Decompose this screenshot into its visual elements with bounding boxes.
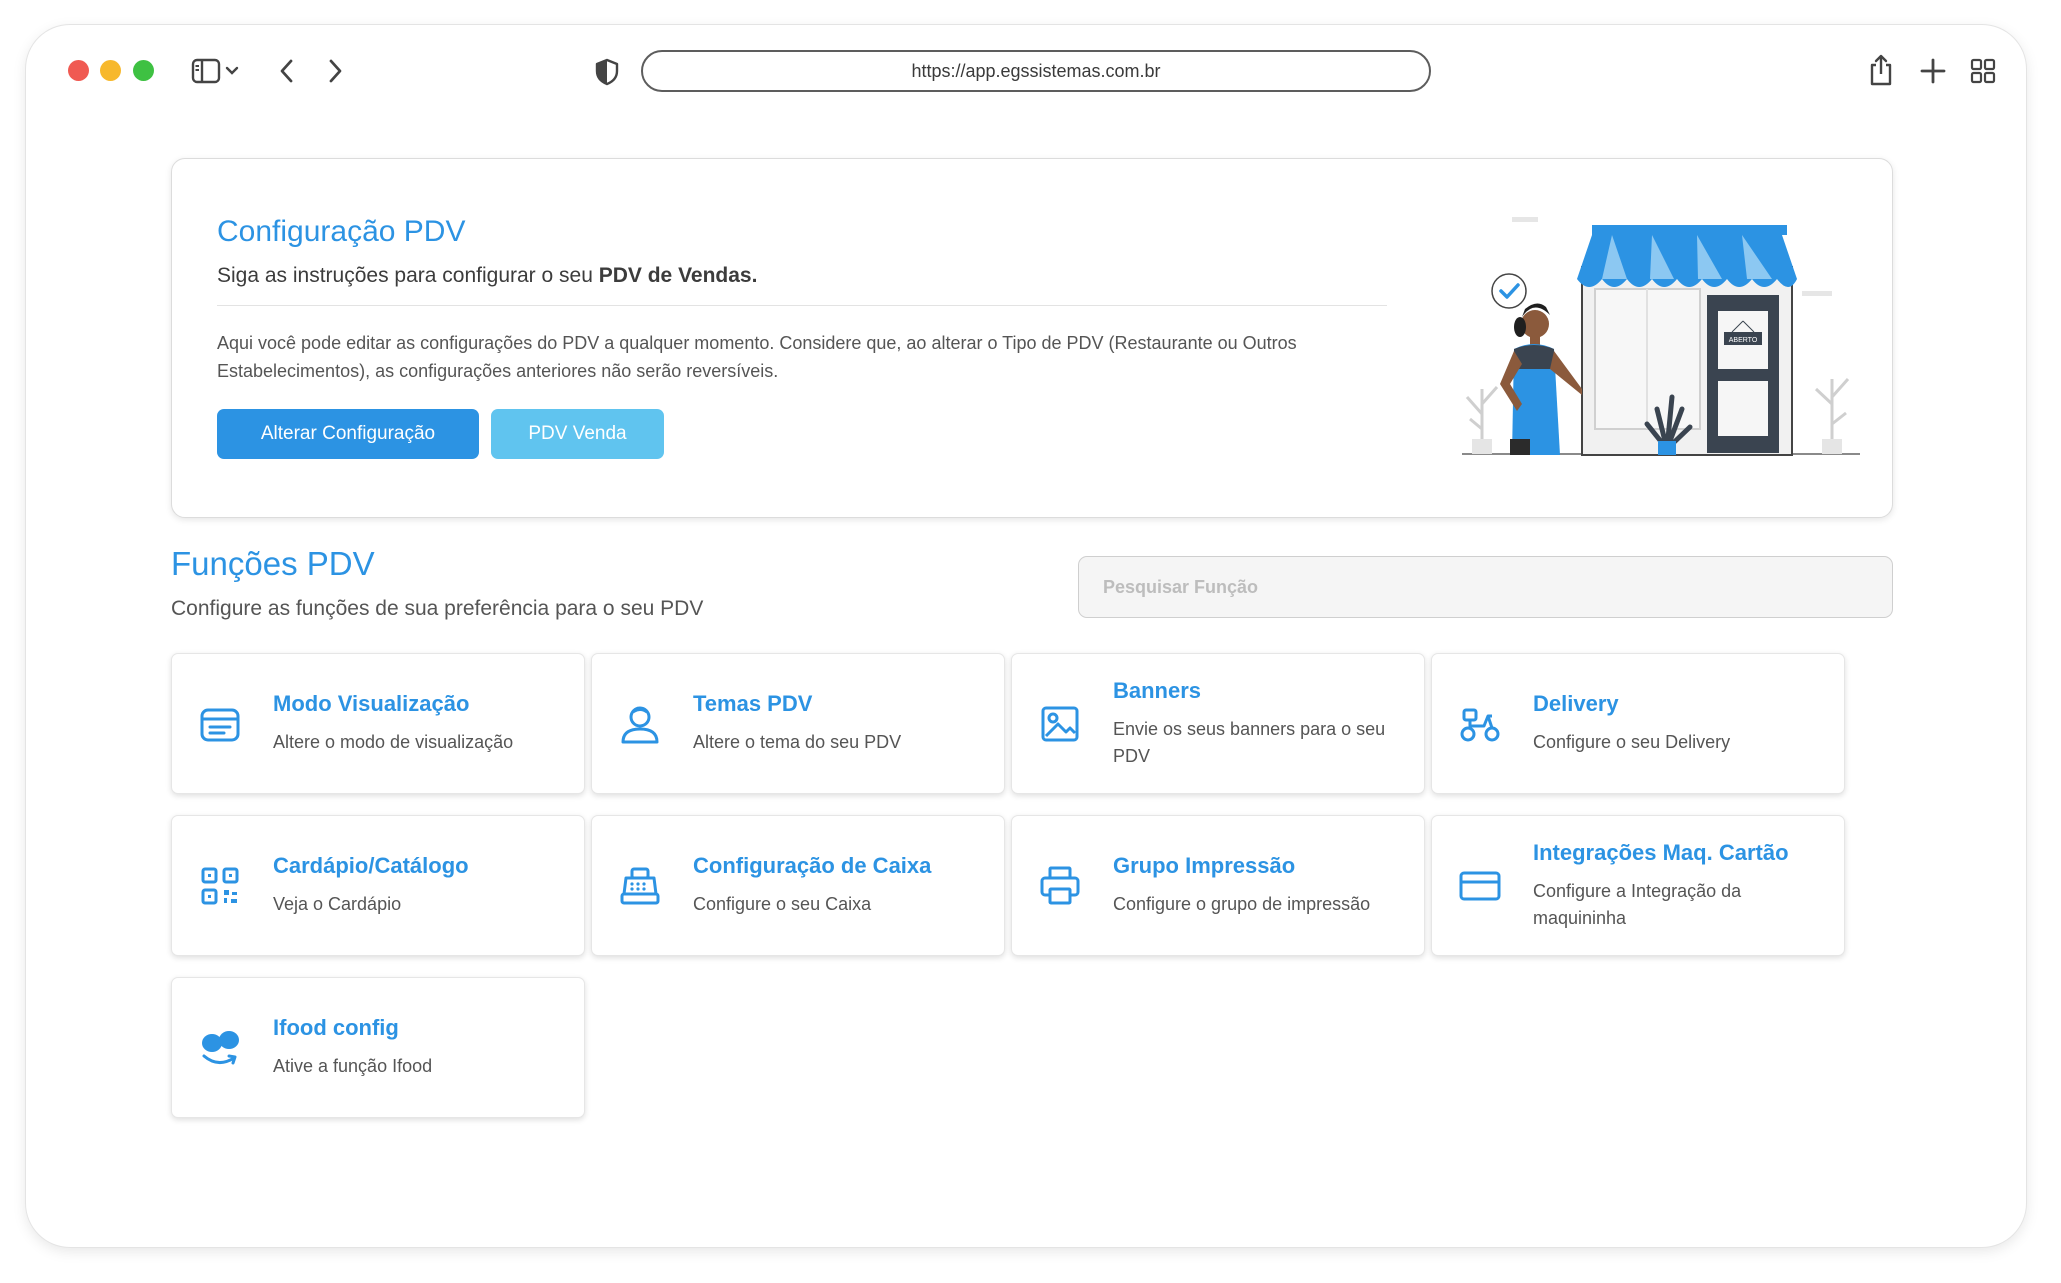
storefront-illustration: ABERTO: [1462, 217, 1860, 456]
card-title: Ifood config: [273, 1015, 399, 1040]
card-title: Modo Visualização: [273, 691, 470, 716]
forward-arrow-icon[interactable]: [324, 57, 346, 85]
function-card-banners[interactable]: Banners Envie os seus banners para o seu…: [1011, 653, 1425, 794]
new-tab-plus-icon[interactable]: [1919, 57, 1947, 85]
privacy-shield-icon[interactable]: [594, 58, 620, 86]
card-title: Cardápio/Catálogo: [273, 853, 469, 878]
card-description: Configure o seu Delivery: [1533, 732, 1731, 752]
function-card-view-mode[interactable]: Modo Visualização Altere o modo de visua…: [171, 653, 585, 794]
function-card-ifood-config[interactable]: Ifood config Ative a função Ifood: [171, 977, 585, 1118]
function-card-menu-catalog[interactable]: Cardápio/Catálogo Veja o Cardápio: [171, 815, 585, 956]
card-description: Veja o Cardápio: [273, 894, 402, 914]
maximize-window-button[interactable]: [133, 60, 154, 81]
card-description: Altere o tema do seu PDV: [693, 732, 902, 752]
minimize-window-button[interactable]: [100, 60, 121, 81]
card-description: Ative a função Ifood: [273, 1056, 433, 1076]
address-bar[interactable]: https://app.egssistemas.com.br: [641, 50, 1431, 92]
function-card-print-group[interactable]: Grupo Impressão Configure o grupo de imp…: [1011, 815, 1425, 956]
card-description: Altere o modo de visualização: [273, 732, 514, 752]
hero-subtitle: Siga as instruções para configurar o seu…: [217, 264, 757, 288]
function-card-cash-config[interactable]: Configuração de Caixa Configure o seu Ca…: [591, 815, 1005, 956]
share-icon[interactable]: [1868, 53, 1894, 87]
user-theme-icon: [618, 702, 662, 746]
card-title: Grupo Impressão: [1113, 853, 1296, 878]
sidebar-toggle-icon[interactable]: [191, 57, 241, 85]
function-card-themes[interactable]: Temas PDV Altere o tema do seu PDV: [591, 653, 1005, 794]
card-title: Delivery: [1533, 691, 1619, 716]
browser-window: https://app.egssistemas.com.br Configura…: [26, 25, 2026, 1247]
back-arrow-icon[interactable]: [276, 57, 298, 85]
open-sign-text: ABERTO: [1729, 337, 1758, 344]
card-description: Envie os seus banners para o seu PDV: [1113, 718, 1386, 766]
pdv-configuration-panel: Configuração PDV Siga as instruções para…: [171, 158, 1893, 518]
image-icon: [1038, 702, 1082, 746]
url-text: https://app.egssistemas.com.br: [911, 60, 1161, 81]
search-function-input[interactable]: [1078, 556, 1893, 618]
close-window-button[interactable]: [68, 60, 89, 81]
hero-subtitle-bold: PDV de Vendas.: [598, 264, 758, 287]
card-title: Temas PDV: [693, 691, 813, 716]
functions-subtitle: Configure as funções de sua preferência …: [171, 597, 704, 620]
view-mode-icon: [198, 702, 242, 746]
card-title: Banners: [1113, 677, 1202, 703]
credit-card-icon: [1458, 864, 1502, 908]
tab-overview-grid-icon[interactable]: [1970, 58, 1996, 84]
printer-icon: [1038, 864, 1082, 908]
scooter-icon: [1458, 702, 1502, 746]
alter-configuration-button[interactable]: Alterar Configuração: [217, 409, 479, 459]
card-title: Integrações Maq. Cartão: [1533, 839, 1789, 865]
qr-code-icon: [198, 864, 242, 908]
card-description: Configure o grupo de impressão: [1113, 894, 1371, 914]
card-description: Configure a Integração da maquininha: [1533, 880, 1742, 928]
functions-title: Funções PDV: [171, 545, 375, 582]
hero-subtitle-text: Siga as instruções para configurar o seu: [217, 264, 599, 287]
card-title: Configuração de Caixa: [693, 853, 932, 878]
pdv-sale-button[interactable]: PDV Venda: [491, 409, 664, 459]
card-description: Configure o seu Caixa: [693, 894, 872, 914]
cash-register-icon: [618, 864, 662, 908]
hero-title: Configuração PDV: [217, 215, 466, 248]
function-card-card-machine-integration[interactable]: Integrações Maq. Cartão Configure a Inte…: [1431, 815, 1845, 956]
divider: [217, 305, 1387, 306]
ifood-icon: [198, 1026, 242, 1070]
hero-description: Aqui você pode editar as configurações d…: [217, 333, 1297, 381]
function-card-delivery[interactable]: Delivery Configure o seu Delivery: [1431, 653, 1845, 794]
